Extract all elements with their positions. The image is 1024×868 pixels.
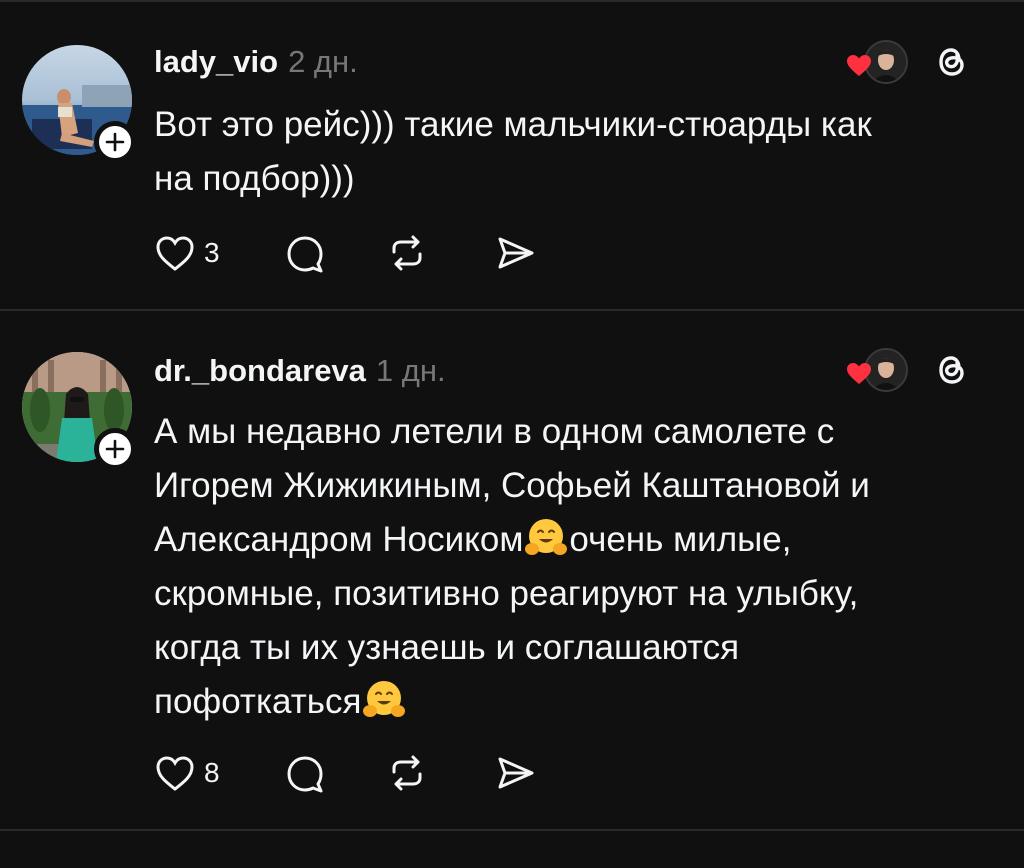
reply-button[interactable] — [280, 748, 330, 798]
liked-by-indicator[interactable] — [846, 40, 908, 84]
post-line: Александром Носиком — [154, 520, 524, 559]
post-line: на подбор))) — [154, 159, 355, 198]
post-line: Игорем Жижикиным, Софьей Каштановой и — [154, 466, 870, 505]
post-line: скромные, позитивно реагируют на улыбку, — [154, 574, 859, 613]
comment-icon — [287, 756, 323, 793]
plus-icon — [105, 132, 125, 152]
post-text: А мы недавно летели в одном самолете с И… — [154, 405, 994, 729]
follow-button[interactable] — [94, 428, 136, 470]
reply-button[interactable] — [280, 228, 330, 278]
send-icon — [498, 237, 534, 269]
plus-icon — [105, 439, 125, 459]
like-count: 8 — [204, 757, 220, 788]
post-lady-vio: lady_vio 2 дн. Вот это рейс))) такие мал… — [0, 0, 1024, 309]
threads-logo-icon[interactable] — [930, 348, 974, 392]
threads-logo-icon[interactable] — [930, 40, 974, 84]
heart-icon — [847, 363, 871, 384]
username[interactable]: dr._bondareva — [154, 353, 366, 389]
comment-icon — [287, 236, 323, 273]
share-button[interactable] — [490, 748, 540, 798]
post-meta-icons — [846, 40, 974, 84]
like-count: 3 — [204, 237, 220, 268]
repost-icon — [392, 755, 422, 791]
follow-button[interactable] — [94, 121, 136, 163]
post-line: когда ты их узнаешь и соглашаются — [154, 628, 740, 667]
heart-outline-icon — [156, 756, 194, 791]
post-line: очень милые, — [569, 520, 792, 559]
repost-icon — [392, 235, 422, 271]
post-line: А мы недавно летели в одном самолете с — [154, 412, 835, 451]
post-line: пофоткаться — [154, 682, 362, 721]
hugging-face-emoji-icon — [525, 519, 568, 555]
post-line: Вот это рейс))) такие мальчики-стюарды к… — [154, 105, 872, 144]
post-header: dr._bondareva 1 дн. — [154, 353, 446, 389]
hugging-face-emoji-icon — [363, 681, 406, 717]
post-text: Вот это рейс))) такие мальчики-стюарды к… — [154, 98, 994, 206]
repost-button[interactable] — [382, 228, 432, 278]
action-bar: 3 — [150, 228, 540, 278]
share-button[interactable] — [490, 228, 540, 278]
post-dr-bondareva: dr._bondareva 1 дн. А мы недавно летели … — [0, 311, 1024, 829]
repost-button[interactable] — [382, 748, 432, 798]
liked-by-indicator[interactable] — [846, 348, 908, 392]
post-header: lady_vio 2 дн. — [154, 44, 358, 80]
heart-outline-icon — [156, 236, 194, 271]
like-button[interactable]: 8 — [150, 748, 220, 798]
timestamp: 2 дн. — [288, 44, 358, 79]
action-bar: 8 — [150, 748, 540, 798]
post-meta-icons — [846, 348, 974, 392]
like-button[interactable]: 3 — [150, 228, 220, 278]
timestamp: 1 дн. — [375, 353, 446, 388]
author-avatar-wrap[interactable] — [22, 352, 136, 470]
send-icon — [498, 757, 534, 789]
username[interactable]: lady_vio — [154, 44, 278, 80]
author-avatar-wrap[interactable] — [22, 45, 136, 163]
bottom-divider — [0, 829, 1024, 831]
heart-icon — [847, 55, 871, 76]
